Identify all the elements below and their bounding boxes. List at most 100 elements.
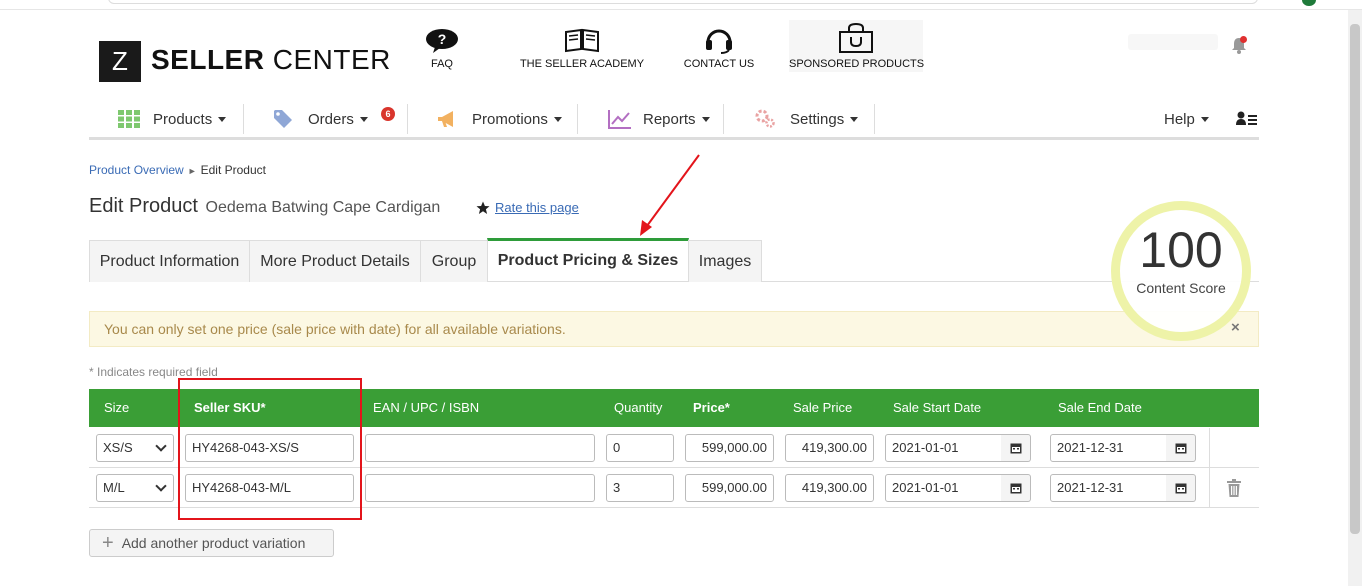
- quantity-input[interactable]: 3: [606, 474, 674, 502]
- scrollbar-thumb[interactable]: [1350, 24, 1360, 534]
- header-link-label: THE SELLER ACADEMY: [519, 58, 645, 70]
- ean-input[interactable]: [365, 434, 595, 462]
- notification-dot: [1240, 36, 1247, 43]
- annotation-highlight-box: [178, 378, 362, 520]
- megaphone-icon: [438, 111, 453, 127]
- nav-divider: [407, 104, 408, 134]
- caret-down-icon: [850, 116, 859, 122]
- nav-divider: [243, 104, 244, 134]
- tag-icon: [274, 110, 292, 128]
- chevron-down-icon: [155, 440, 167, 452]
- header-link-label: FAQ: [430, 58, 453, 70]
- header-link-label: SPONSORED PRODUCTS: [789, 58, 925, 70]
- calendar-icon: [1010, 483, 1021, 494]
- question-bubble-icon: ?: [426, 29, 458, 53]
- calendar-button[interactable]: [1001, 474, 1031, 502]
- sale-end-date-input[interactable]: 2021-12-31: [1050, 474, 1169, 502]
- header-link-contact-us[interactable]: CONTACT US: [681, 26, 757, 70]
- browser-address-bar[interactable]: [108, 0, 1258, 4]
- caret-down-icon: [359, 116, 368, 122]
- logo-light-text: CENTER: [272, 44, 391, 75]
- user-name-area[interactable]: [1128, 34, 1218, 50]
- calendar-button[interactable]: [1001, 434, 1031, 462]
- product-name: Oedema Batwing Cape Cardigan: [205, 199, 441, 216]
- headset-icon: [706, 29, 732, 54]
- size-select[interactable]: XS/S: [96, 434, 174, 462]
- breadcrumb-separator: ►: [187, 166, 197, 176]
- nav-label: Orders: [308, 110, 354, 128]
- tab-group[interactable]: Group: [420, 240, 488, 282]
- tab-more-product-details[interactable]: More Product Details: [249, 240, 421, 282]
- sale-start-date-input[interactable]: 2021-01-01: [885, 474, 1004, 502]
- plus-icon: +: [102, 532, 114, 554]
- header-link-faq[interactable]: ? FAQ: [412, 28, 472, 70]
- calendar-icon: [1010, 443, 1021, 454]
- calendar-icon: [1175, 483, 1186, 494]
- nav-divider: [874, 104, 875, 134]
- info-alert: You can only set one price (sale price w…: [89, 311, 1259, 347]
- chevron-down-icon: [155, 480, 167, 492]
- breadcrumb-current: Edit Product: [200, 163, 266, 177]
- tab-product-information[interactable]: Product Information: [89, 240, 250, 282]
- column-header-sale-end-date: Sale End Date: [1058, 400, 1142, 415]
- alert-close-button[interactable]: ×: [1231, 319, 1240, 336]
- quantity-input[interactable]: 0: [606, 434, 674, 462]
- nav-promotions[interactable]: Promotions: [436, 100, 562, 138]
- calendar-button[interactable]: [1166, 434, 1196, 462]
- gear-icon: [755, 109, 775, 128]
- nav-products[interactable]: Products: [118, 100, 227, 138]
- svg-text:?: ?: [438, 31, 447, 47]
- shopping-bag-icon: [839, 22, 873, 53]
- breadcrumb-link-product-overview[interactable]: Product Overview: [89, 163, 184, 177]
- tab-images[interactable]: Images: [688, 240, 762, 282]
- column-header-price: Price*: [693, 400, 730, 415]
- add-variation-label: Add another product variation: [121, 535, 306, 551]
- book-icon: [565, 28, 599, 53]
- column-header-ean: EAN / UPC / ISBN: [373, 400, 480, 415]
- orders-badge: 6: [381, 107, 395, 121]
- nav-settings[interactable]: Settings: [754, 100, 859, 138]
- annotation-arrow-icon: [640, 154, 700, 236]
- caret-down-icon: [701, 116, 710, 122]
- caret-down-icon: [553, 116, 562, 122]
- price-input[interactable]: 599,000.00: [685, 434, 774, 462]
- ean-input[interactable]: [365, 474, 595, 502]
- logo-bold-text: SELLER: [151, 44, 265, 75]
- sale-end-date-input[interactable]: 2021-12-31: [1050, 434, 1169, 462]
- header-link-label: CONTACT US: [683, 58, 755, 70]
- header-link-sponsored-products[interactable]: SPONSORED PRODUCTS: [789, 20, 925, 72]
- header-link-seller-academy[interactable]: THE SELLER ACADEMY: [519, 28, 645, 70]
- column-header-quantity: Quantity: [614, 400, 663, 415]
- nav-label: Products: [153, 110, 213, 128]
- nav-help[interactable]: Help: [1164, 100, 1209, 138]
- page-title-text: Edit Product: [89, 195, 198, 217]
- page-title: Edit Product Oedema Batwing Cape Cardiga…: [89, 195, 440, 218]
- column-header-sale-start-date: Sale Start Date: [893, 400, 982, 415]
- nav-label: Help: [1164, 110, 1195, 128]
- star-icon: [476, 201, 490, 214]
- add-product-variation-button[interactable]: + Add another product variation: [89, 529, 334, 557]
- required-field-note: * Indicates required field: [89, 365, 218, 379]
- price-input[interactable]: 599,000.00: [685, 474, 774, 502]
- nav-reports[interactable]: Reports: [608, 100, 710, 138]
- trash-icon[interactable]: [1227, 479, 1241, 497]
- column-header-sale-price: Sale Price: [793, 400, 853, 415]
- main-nav: Products Orders Promotions Reports Setti…: [89, 100, 1259, 140]
- logo-mark: Z: [99, 41, 141, 82]
- sale-price-input[interactable]: 419,300.00: [785, 434, 874, 462]
- nav-label: Reports: [643, 110, 696, 128]
- caret-down-icon: [1200, 116, 1209, 122]
- size-select[interactable]: M/L: [96, 474, 174, 502]
- nav-orders[interactable]: Orders: [273, 100, 368, 138]
- nav-divider: [577, 104, 578, 134]
- breadcrumb: Product Overview ► Edit Product: [89, 163, 266, 177]
- column-header-size: Size: [104, 400, 130, 415]
- sale-price-input[interactable]: 419,300.00: [785, 474, 874, 502]
- logo-text[interactable]: SELLER CENTER: [151, 44, 391, 76]
- content-score-value: 100: [1139, 222, 1223, 278]
- sale-start-date-input[interactable]: 2021-01-01: [885, 434, 1004, 462]
- rate-this-page-link[interactable]: Rate this page: [495, 200, 579, 215]
- user-menu-icon[interactable]: [1236, 111, 1258, 127]
- calendar-icon: [1175, 443, 1186, 454]
- calendar-button[interactable]: [1166, 474, 1196, 502]
